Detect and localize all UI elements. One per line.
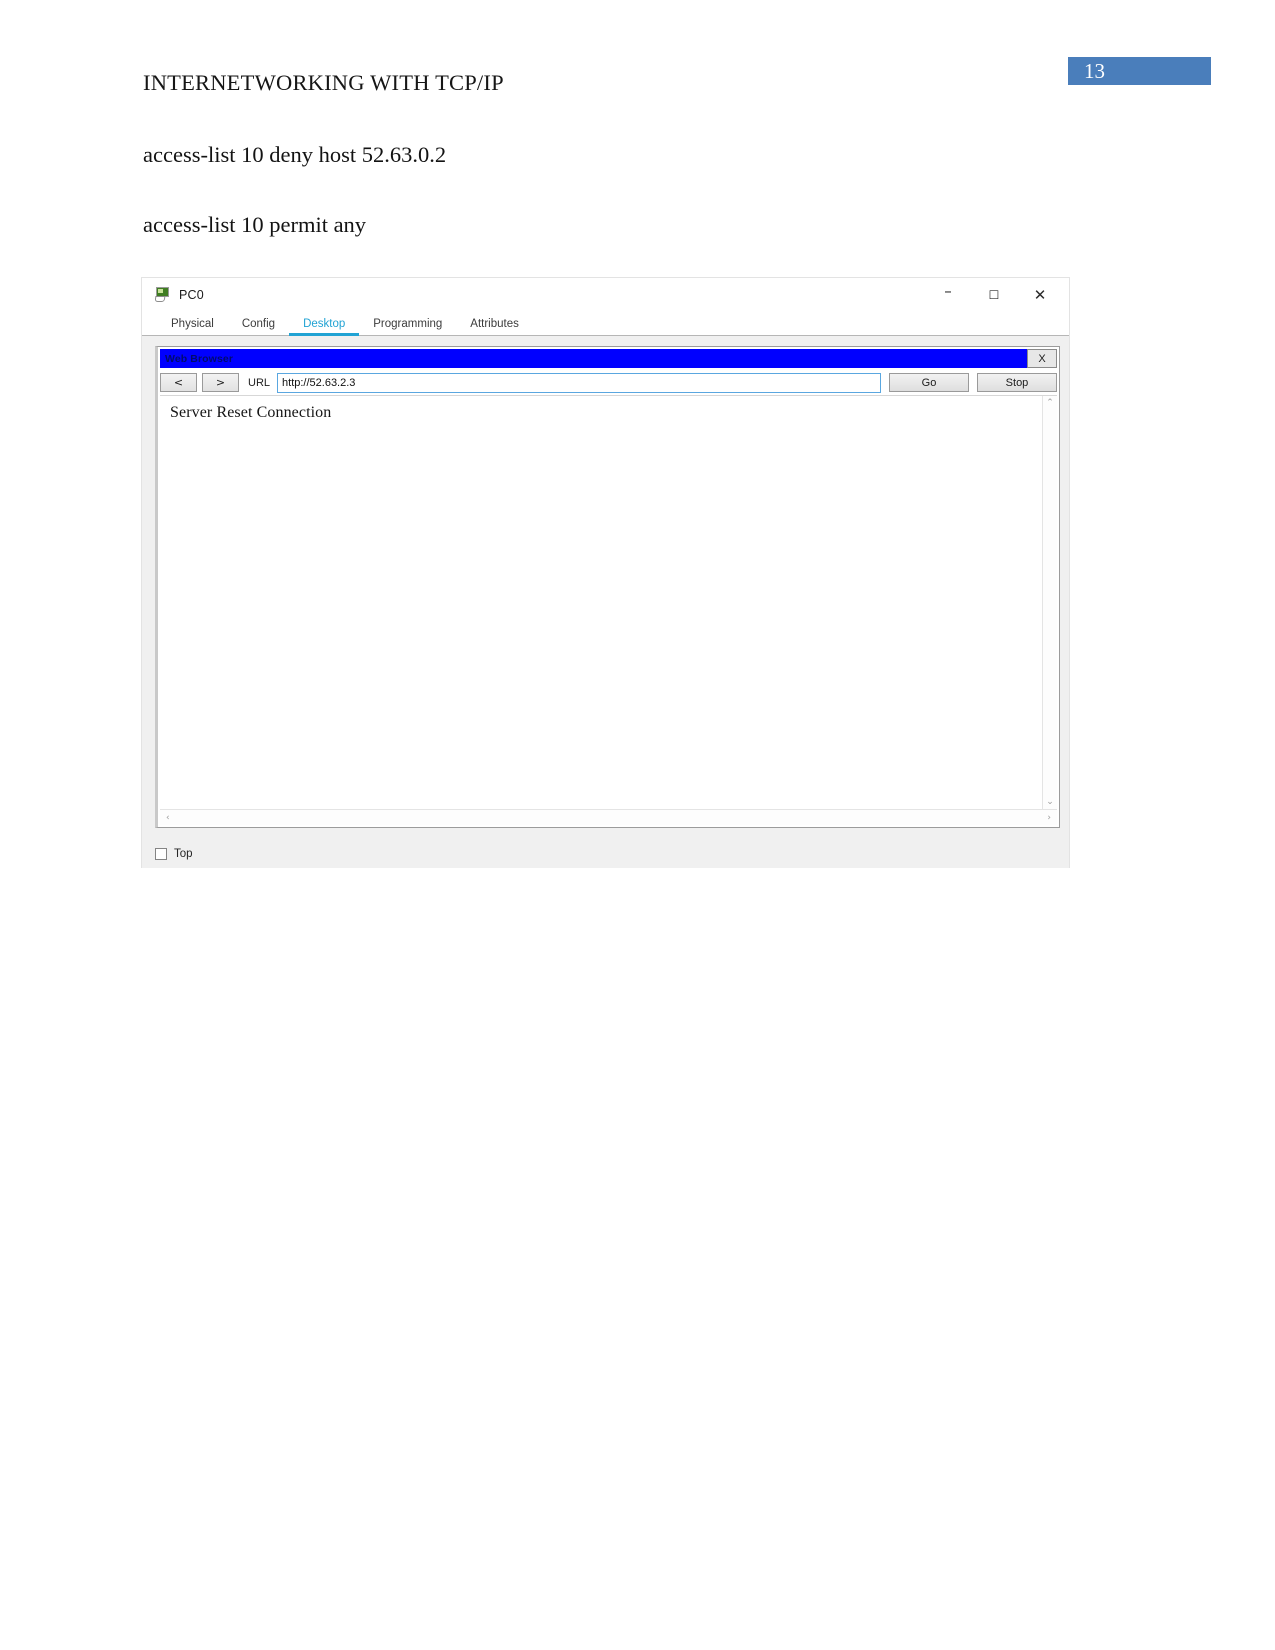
page-message: Server Reset Connection	[170, 404, 332, 421]
tab-programming[interactable]: Programming	[359, 311, 456, 336]
page-number-badge: 13	[1068, 57, 1211, 85]
web-browser-title: Web Browser	[165, 352, 234, 365]
pc-device-icon	[154, 287, 171, 302]
window-controls: – ☐ ✕	[925, 278, 1069, 311]
scroll-right-icon[interactable]: ›	[1047, 813, 1051, 823]
maximize-icon[interactable]: ☐	[971, 278, 1017, 311]
scroll-up-icon[interactable]: ⌃	[1046, 398, 1054, 408]
tab-attributes[interactable]: Attributes	[456, 311, 533, 336]
scroll-down-icon[interactable]: ⌄	[1046, 797, 1054, 807]
browser-page: Server Reset Connection	[160, 396, 1042, 809]
close-icon[interactable]: ✕	[1017, 278, 1063, 311]
top-checkbox-row[interactable]: Top	[155, 848, 193, 860]
horizontal-scrollbar[interactable]: ‹ ›	[160, 809, 1057, 825]
top-checkbox-label: Top	[174, 848, 193, 860]
back-button[interactable]: <	[160, 373, 197, 392]
vertical-scrollbar[interactable]: ⌃ ⌄	[1042, 396, 1057, 809]
browser-navigation-bar: < > URL http://52.63.2.3 Go Stop	[158, 371, 1059, 394]
minimize-icon[interactable]: –	[925, 278, 971, 311]
tab-config[interactable]: Config	[228, 311, 289, 336]
top-checkbox[interactable]	[155, 848, 167, 860]
web-browser-titlebar: Web Browser X	[160, 349, 1057, 368]
tab-desktop[interactable]: Desktop	[289, 311, 360, 336]
url-input[interactable]: http://52.63.2.3	[277, 372, 881, 393]
stop-button[interactable]: Stop	[977, 373, 1057, 392]
forward-button[interactable]: >	[202, 373, 239, 392]
packet-tracer-device-window: PC0 – ☐ ✕ Physical Config Desktop Progra…	[141, 277, 1070, 868]
web-browser-panel: Web Browser X < > URL http://52.63.2.3 G…	[155, 346, 1060, 828]
browser-content-area: Server Reset Connection ⌃ ⌄	[160, 395, 1057, 809]
scroll-left-icon[interactable]: ‹	[166, 813, 170, 823]
document-header: INTERNETWORKING WITH TCP/IP	[143, 70, 504, 95]
web-browser-close-button[interactable]: X	[1027, 349, 1057, 368]
desktop-tab-body: Web Browser X < > URL http://52.63.2.3 G…	[142, 336, 1069, 868]
window-titlebar: PC0 – ☐ ✕	[142, 278, 1069, 311]
tab-physical[interactable]: Physical	[157, 311, 228, 336]
acl-line-permit: access-list 10 permit any	[143, 212, 367, 237]
go-button[interactable]: Go	[889, 373, 969, 392]
acl-line-deny: access-list 10 deny host 52.63.0.2	[143, 142, 447, 167]
window-title: PC0	[179, 287, 204, 302]
device-tabstrip: Physical Config Desktop Programming Attr…	[142, 311, 1069, 336]
url-label: URL	[248, 376, 271, 389]
